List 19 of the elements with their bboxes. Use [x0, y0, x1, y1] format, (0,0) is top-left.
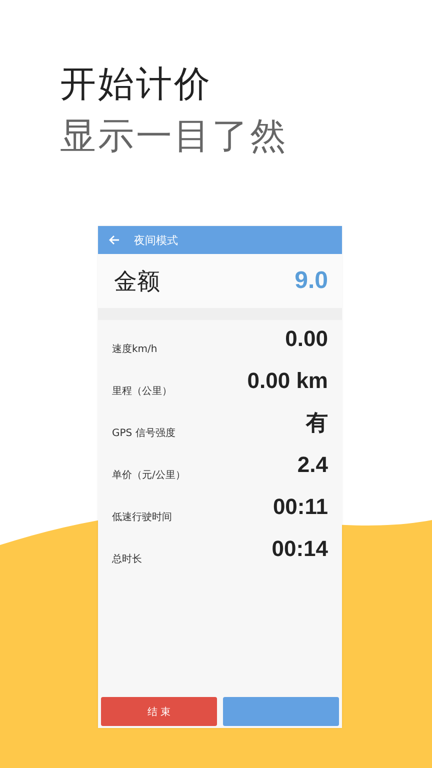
metric-value: 00:11 [272, 494, 328, 520]
metric-label: 低速行驶时间 [112, 510, 172, 524]
metric-label: 速度km/h [112, 342, 158, 356]
metric-value: 0.00 km [247, 368, 328, 394]
metric-label: GPS 信号强度 [112, 426, 176, 440]
headline-title: 开始计价 [60, 63, 213, 107]
metric-label: 里程（公里） [112, 385, 172, 398]
metric-value: 00:14 [272, 536, 328, 562]
end-button[interactable]: 结 束 [101, 697, 217, 726]
metric-label: 单价（元/公里） [112, 468, 186, 482]
metric-value: 有 [306, 409, 328, 437]
amount-label: 金额 [114, 268, 160, 296]
screen-title: 夜间模式 [134, 232, 178, 248]
metric-label: 总时长 [112, 552, 142, 566]
metric-value: 0.00 [285, 326, 328, 352]
back-arrow-icon[interactable] [108, 234, 120, 246]
headline-subtitle: 显示一目了然 [60, 115, 289, 159]
amount-value: 9.0 [294, 267, 328, 295]
metric-value: 2.4 [297, 452, 328, 478]
